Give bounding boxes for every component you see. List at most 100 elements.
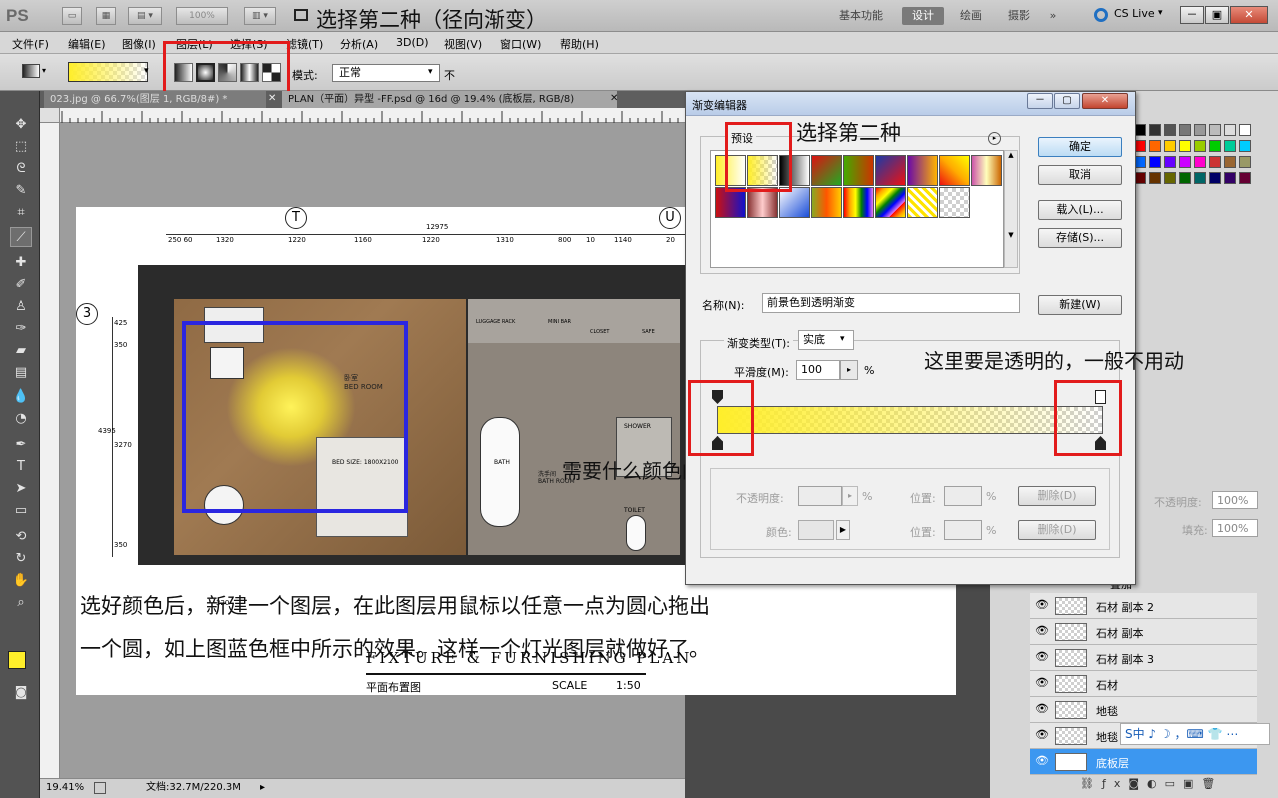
quick-select-tool-icon[interactable]: ✎ xyxy=(10,181,32,201)
stop-opacity-location-field[interactable] xyxy=(944,486,982,506)
mode-select[interactable]: 正常 xyxy=(332,64,440,82)
gradient-preview-bar[interactable] xyxy=(717,406,1103,434)
layer-visibility-eye-icon[interactable]: 👁 xyxy=(1035,729,1049,741)
gradient-preset-swatch[interactable] xyxy=(875,187,906,218)
color-swatch[interactable] xyxy=(1224,140,1236,152)
dialog-titlebar[interactable]: 渐变编辑器 － ▢ ✕ xyxy=(686,92,1135,116)
view-extras-icon[interactable]: ▤ ▾ xyxy=(128,7,162,25)
stop-opacity-stepper-icon[interactable]: ▸ xyxy=(842,486,858,506)
gradient-preset-swatch[interactable] xyxy=(907,187,938,218)
color-swatch[interactable] xyxy=(1164,172,1176,184)
color-swatch[interactable] xyxy=(1179,124,1191,136)
healing-tool-icon[interactable]: ✚ xyxy=(10,253,32,273)
stop-opacity-field[interactable] xyxy=(798,486,842,506)
crop-tool-icon[interactable]: ⌗ xyxy=(10,203,32,223)
eyedropper-tool-icon[interactable]: ⟋ xyxy=(10,227,32,247)
layer-visibility-eye-icon[interactable]: 👁 xyxy=(1035,651,1049,663)
marquee-tool-icon[interactable]: ⬚ xyxy=(10,137,32,157)
dialog-minimize-button[interactable]: － xyxy=(1027,93,1053,109)
delete-opacity-stop-button[interactable]: 删除(D) xyxy=(1018,486,1096,506)
type-dropdown-icon[interactable]: ▾ xyxy=(840,334,845,344)
load-button[interactable]: 载入(L)... xyxy=(1038,200,1122,220)
color-swatch[interactable] xyxy=(1164,156,1176,168)
layer-row[interactable]: 👁 地毯 xyxy=(1030,697,1257,723)
layer-row[interactable]: 👁 石材 副本 2 xyxy=(1030,593,1257,619)
color-swatch[interactable] xyxy=(1224,156,1236,168)
dialog-close-button[interactable]: ✕ xyxy=(1082,93,1128,109)
screen-mode-icon[interactable] xyxy=(294,9,308,21)
bridge-icon[interactable]: ▭ xyxy=(62,7,82,25)
zoom-readout[interactable]: 19.41% xyxy=(46,779,84,797)
menu-view[interactable]: 视图(V) xyxy=(444,36,482,52)
layer-row[interactable]: 👁 石材 xyxy=(1030,671,1257,697)
preset-dropdown-icon[interactable]: ▾ xyxy=(42,66,46,75)
layers-footer-icons[interactable]: ⛓ƒx◙◐▭▣🗑 xyxy=(1080,777,1223,790)
gradient-picker-swatch[interactable] xyxy=(68,62,148,82)
gradient-preset-swatch[interactable] xyxy=(811,155,842,186)
layer-visibility-eye-icon[interactable]: 👁 xyxy=(1035,677,1049,689)
gradient-preset-swatch[interactable] xyxy=(843,155,874,186)
workspace-essentials[interactable]: 基本功能 xyxy=(830,7,892,25)
3d-rotate-icon[interactable]: ⟲ xyxy=(10,527,32,547)
color-swatch[interactable] xyxy=(1149,124,1161,136)
lasso-tool-icon[interactable]: ᘓ xyxy=(10,159,32,179)
color-swatch[interactable] xyxy=(1239,156,1251,168)
ok-button[interactable]: 确定 xyxy=(1038,137,1122,157)
smoothness-stepper-icon[interactable]: ▸ xyxy=(840,360,858,380)
tab-023-jpg[interactable]: 023.jpg @ 66.7%(图层 1, RGB/8#) * xyxy=(44,91,266,108)
color-swatch[interactable] xyxy=(1239,124,1251,136)
menu-help[interactable]: 帮助(H) xyxy=(560,36,599,52)
delete-color-stop-button[interactable]: 删除(D) xyxy=(1018,520,1096,540)
blur-tool-icon[interactable]: 💧 xyxy=(10,387,32,407)
history-brush-icon[interactable]: ✑ xyxy=(10,319,32,339)
layers-fill-field[interactable]: 100% xyxy=(1212,519,1258,537)
gradient-preset-swatch[interactable] xyxy=(939,187,970,218)
mini-bridge-icon[interactable]: ▦ xyxy=(96,7,116,25)
color-swatch[interactable] xyxy=(1239,140,1251,152)
color-swatch[interactable] xyxy=(1164,124,1176,136)
gradient-name-field[interactable]: 前景色到透明渐变 xyxy=(762,293,1020,313)
color-swatch[interactable] xyxy=(1239,172,1251,184)
restore-button[interactable]: ▣ xyxy=(1205,6,1229,24)
color-swatch[interactable] xyxy=(1149,156,1161,168)
color-swatch[interactable] xyxy=(1164,140,1176,152)
workspace-more-icon[interactable]: » xyxy=(1044,7,1062,25)
gradient-tool-icon[interactable]: ▤ xyxy=(10,363,32,383)
color-swatch[interactable] xyxy=(1224,172,1236,184)
color-swatch[interactable] xyxy=(1209,172,1221,184)
close-button[interactable]: ✕ xyxy=(1230,6,1268,24)
layer-row[interactable]: 👁 石材 副本 3 xyxy=(1030,645,1257,671)
3d-orbit-icon[interactable]: ↻ xyxy=(10,549,32,569)
brush-tool-icon[interactable]: ✐ xyxy=(10,275,32,295)
workspace-painting[interactable]: 绘画 xyxy=(952,7,990,25)
ruler-origin[interactable] xyxy=(40,108,60,123)
save-button[interactable]: 存储(S)... xyxy=(1038,228,1122,248)
gradient-preset-swatch[interactable] xyxy=(843,187,874,218)
path-select-tool-icon[interactable]: ➤ xyxy=(10,479,32,499)
pen-tool-icon[interactable]: ✒ xyxy=(10,435,32,455)
gradient-preset-swatch[interactable] xyxy=(939,155,970,186)
dialog-maximize-button[interactable]: ▢ xyxy=(1054,93,1080,109)
color-swatch[interactable] xyxy=(1224,124,1236,136)
menu-3d[interactable]: 3D(D) xyxy=(396,36,429,49)
quick-mask-icon[interactable]: ◙ xyxy=(10,683,32,703)
color-swatch[interactable] xyxy=(1179,140,1191,152)
dodge-tool-icon[interactable]: ◔ xyxy=(10,409,32,429)
color-swatch[interactable] xyxy=(1209,124,1221,136)
workspace-photography[interactable]: 摄影 xyxy=(1000,7,1038,25)
gradient-preset-swatch[interactable] xyxy=(907,155,938,186)
gradient-picker-dropdown-icon[interactable]: ▾ xyxy=(144,66,149,76)
presets-scrollbar[interactable]: ▲ ▼ xyxy=(1004,150,1018,268)
layer-row[interactable]: 👁 底板层 xyxy=(1030,749,1257,775)
move-tool-icon[interactable]: ✥ xyxy=(10,115,32,135)
color-swatch[interactable] xyxy=(1209,140,1221,152)
gradient-preset-swatch[interactable] xyxy=(875,155,906,186)
ime-toolbar[interactable]: S中 ♪ ☽ ，⌨ 👕 ⋯ xyxy=(1120,723,1270,745)
layer-visibility-eye-icon[interactable]: 👁 xyxy=(1035,625,1049,637)
status-info-icon[interactable] xyxy=(94,782,106,794)
presets-menu-icon[interactable]: ▸ xyxy=(988,132,1001,145)
stamp-tool-icon[interactable]: ♙ xyxy=(10,297,32,317)
smoothness-field[interactable]: 100 xyxy=(796,360,840,380)
stop-color-swatch[interactable] xyxy=(798,520,834,540)
type-tool-icon[interactable]: T xyxy=(10,457,32,477)
